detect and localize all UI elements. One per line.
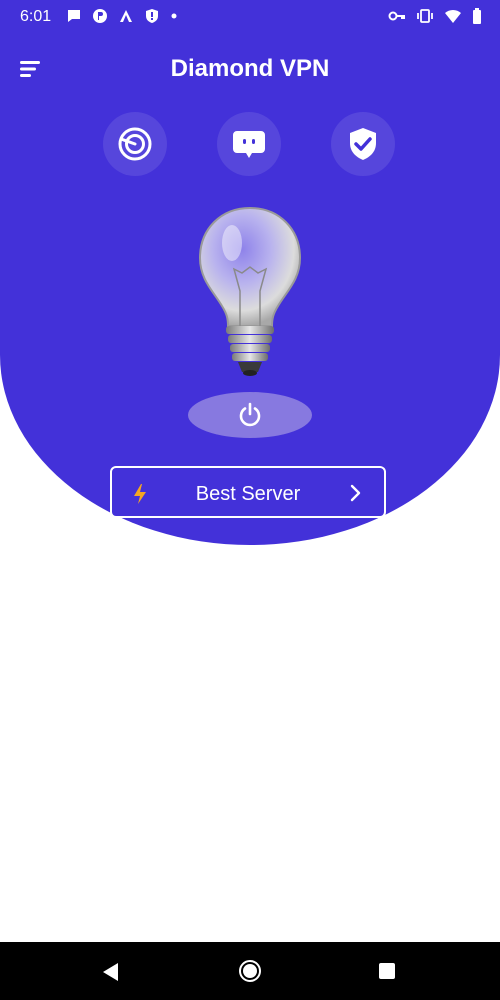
- status-bar: 6:01: [0, 0, 500, 34]
- shield-check-icon: [350, 128, 376, 160]
- status-time: 6:01: [20, 8, 52, 25]
- recents-icon[interactable]: [378, 962, 396, 980]
- chat-bubble-icon: [68, 10, 80, 22]
- p-app-icon: [93, 9, 107, 23]
- vpn-key-icon: [388, 11, 405, 21]
- battery-icon: [473, 8, 481, 24]
- server-select-button[interactable]: Best Server: [110, 466, 386, 518]
- navigation-bar: [0, 942, 500, 1000]
- status-icons-left: [66, 8, 178, 24]
- home-icon[interactable]: [238, 959, 262, 983]
- security-button[interactable]: [331, 112, 395, 176]
- power-button[interactable]: [188, 392, 312, 438]
- light-bulb-icon: [198, 206, 302, 376]
- chevron-right-icon: [350, 484, 361, 502]
- vibrate-icon: [417, 9, 433, 23]
- dot-icon: [171, 13, 177, 19]
- speed-test-button[interactable]: [103, 112, 167, 176]
- power-icon: [239, 402, 261, 427]
- shield-alert-icon: [146, 9, 158, 23]
- a-app-icon: [120, 10, 132, 22]
- speedometer-icon: [118, 127, 152, 161]
- server-label: Best Server: [195, 483, 301, 505]
- chat-icon: [233, 131, 265, 158]
- back-icon[interactable]: [101, 962, 119, 982]
- wifi-icon: [445, 9, 461, 23]
- status-icons-right: [388, 8, 482, 24]
- app-title: Diamond VPN: [170, 55, 330, 82]
- chat-support-button[interactable]: [217, 112, 281, 176]
